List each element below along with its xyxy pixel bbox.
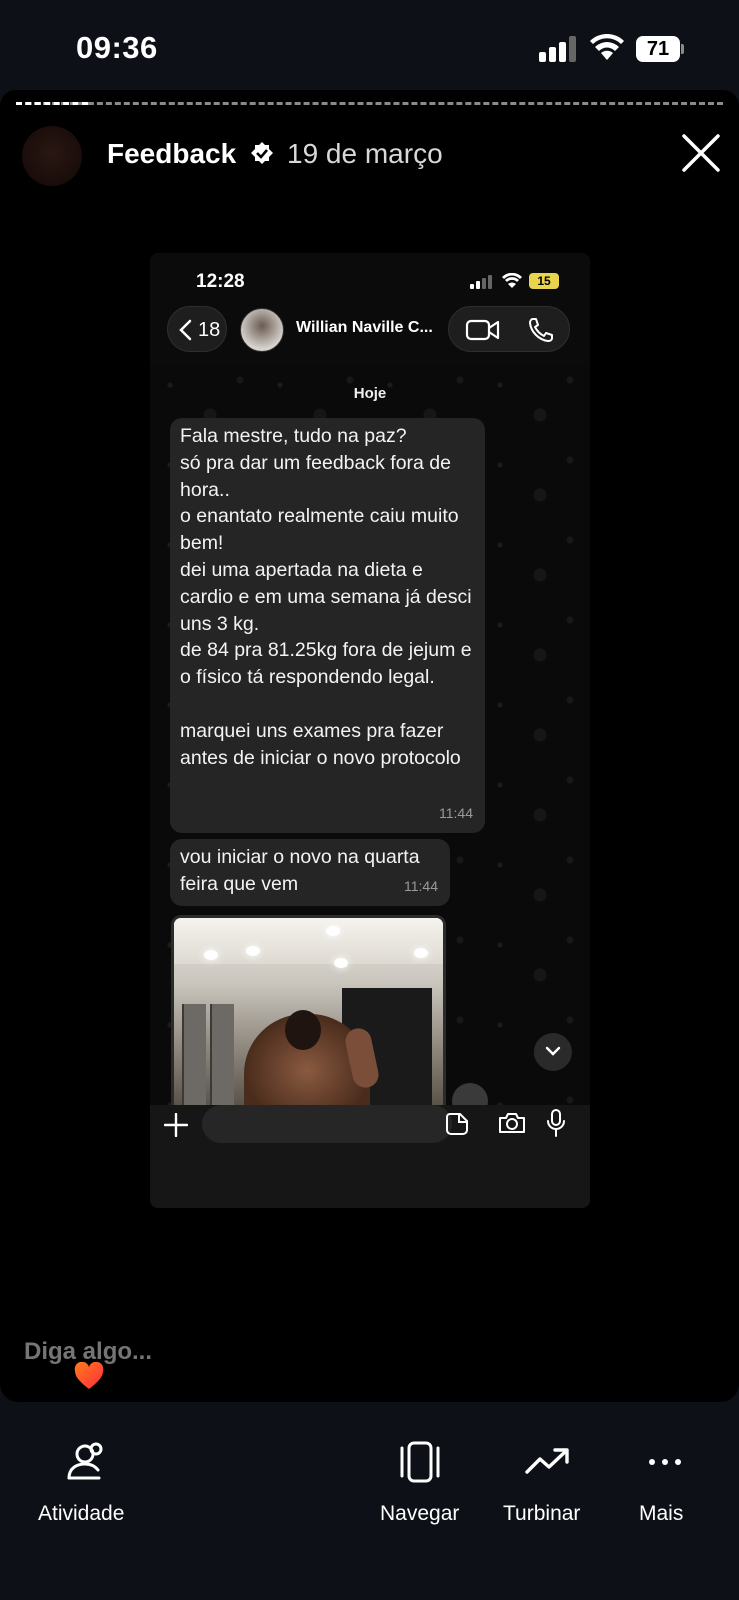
message-text: Fala mestre, tudo na paz? só pra dar um … <box>180 425 472 769</box>
day-separator: Hoje <box>353 385 387 402</box>
status-time: 09:36 <box>76 30 158 65</box>
contact-avatar <box>240 308 284 352</box>
chat-status-time: 12:28 <box>196 271 245 292</box>
story-avatar[interactable] <box>22 126 82 186</box>
nav-label: Mais <box>639 1502 684 1525</box>
scroll-down-button <box>534 1033 572 1071</box>
nav-label: Turbinar <box>503 1502 581 1525</box>
message-photo <box>171 915 446 1105</box>
nav-label: Navegar <box>380 1502 460 1525</box>
chevron-left-icon <box>179 319 192 341</box>
message-bubble: Fala mestre, tudo na paz? só pra dar um … <box>170 418 485 833</box>
story-reply-input[interactable] <box>24 1338 324 1366</box>
contact-name: Willian Naville C... <box>296 319 433 336</box>
nav-boost[interactable]: Turbinar <box>494 1402 604 1525</box>
camera-icon <box>499 1113 525 1133</box>
nav-label: Atividade <box>38 1502 125 1525</box>
chat-signal-icon <box>470 275 492 289</box>
battery-level: 71 <box>636 36 680 62</box>
chat-input-bar <box>150 1105 590 1208</box>
story-title[interactable]: Feedback <box>107 138 236 170</box>
message-time: 11:44 <box>404 878 438 895</box>
battery-icon: 71 <box>636 36 684 62</box>
video-call-icon <box>465 319 500 341</box>
signal-icon <box>539 36 576 62</box>
chevron-down-icon <box>545 1046 561 1056</box>
message-bubble: vou iniciar o novo na quarta feira que v… <box>170 839 450 906</box>
more-icon <box>649 1459 681 1465</box>
message-time: 11:44 <box>439 805 473 822</box>
call-actions <box>448 306 570 352</box>
wifi-icon <box>590 34 624 60</box>
close-icon[interactable] <box>680 132 722 174</box>
status-bar: 09:36 71 <box>0 0 739 95</box>
nav-more[interactable]: Mais <box>630 1402 700 1525</box>
story-viewer[interactable]: Feedback 19 de março 12:28 15 18 Willian… <box>0 90 739 1402</box>
story-progress <box>16 102 723 105</box>
unread-count: 18 <box>198 319 221 341</box>
chat-message-input <box>202 1105 452 1143</box>
heart-icon[interactable] <box>74 1362 104 1390</box>
chat-battery-icon: 15 <box>529 273 559 289</box>
message-text: vou iniciar o novo na quarta feira que v… <box>180 846 420 895</box>
browse-icon <box>400 1441 440 1483</box>
boost-icon <box>525 1448 569 1474</box>
nav-browse[interactable]: Navegar <box>370 1402 470 1525</box>
bottom-nav: Atividade Navegar Turbinar Mais <box>0 1402 739 1600</box>
plus-icon <box>164 1113 188 1137</box>
verified-icon <box>251 142 273 164</box>
activity-icon <box>67 1442 103 1480</box>
chat-screenshot: 12:28 15 18 Willian Naville C... Hoje Fa… <box>150 253 590 1208</box>
story-progress-done <box>16 102 88 105</box>
story-date: 19 de março <box>287 138 443 169</box>
sticker-icon <box>446 1113 468 1135</box>
chat-back-button: 18 <box>167 306 227 352</box>
nav-activity[interactable]: Atividade <box>30 1402 140 1525</box>
microphone-icon <box>547 1109 565 1137</box>
chat-wifi-icon <box>502 273 522 288</box>
phone-call-icon <box>529 318 553 342</box>
